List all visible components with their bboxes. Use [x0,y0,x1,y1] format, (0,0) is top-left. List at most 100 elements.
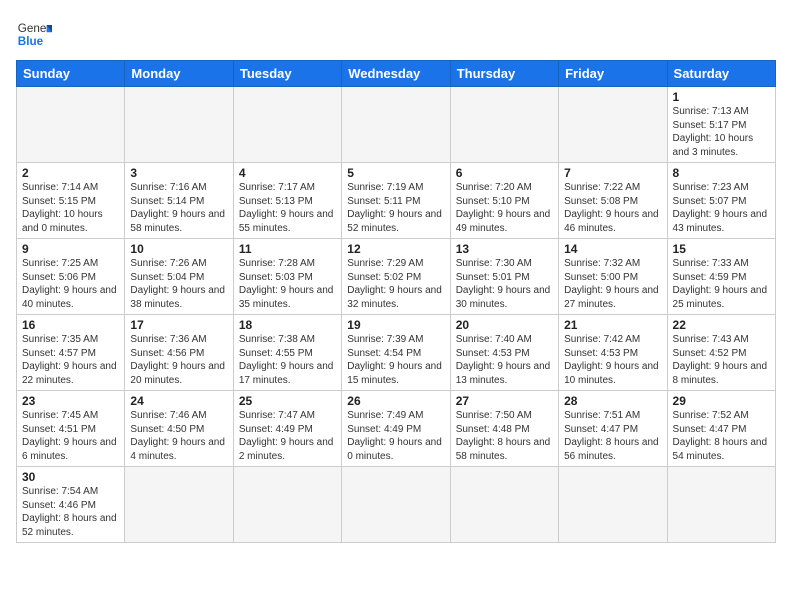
day-number: 1 [673,90,770,104]
calendar-cell: 19Sunrise: 7:39 AM Sunset: 4:54 PM Dayli… [342,315,450,391]
calendar-week-row: 23Sunrise: 7:45 AM Sunset: 4:51 PM Dayli… [17,391,776,467]
calendar-cell: 29Sunrise: 7:52 AM Sunset: 4:47 PM Dayli… [667,391,775,467]
day-number: 19 [347,318,444,332]
day-number: 5 [347,166,444,180]
day-number: 22 [673,318,770,332]
day-info: Sunrise: 7:45 AM Sunset: 4:51 PM Dayligh… [22,409,119,463]
day-info: Sunrise: 7:36 AM Sunset: 4:56 PM Dayligh… [130,333,227,387]
day-number: 15 [673,242,770,256]
day-info: Sunrise: 7:52 AM Sunset: 4:47 PM Dayligh… [673,409,770,463]
day-number: 4 [239,166,336,180]
day-number: 28 [564,394,661,408]
calendar-cell [125,87,233,163]
day-number: 24 [130,394,227,408]
calendar-cell: 11Sunrise: 7:28 AM Sunset: 5:03 PM Dayli… [233,239,341,315]
weekday-header-monday: Monday [125,61,233,87]
day-number: 8 [673,166,770,180]
generalblue-logo-icon: General Blue [16,16,52,52]
calendar-cell: 1Sunrise: 7:13 AM Sunset: 5:17 PM Daylig… [667,87,775,163]
day-info: Sunrise: 7:43 AM Sunset: 4:52 PM Dayligh… [673,333,770,387]
calendar-week-row: 1Sunrise: 7:13 AM Sunset: 5:17 PM Daylig… [17,87,776,163]
calendar-cell [125,467,233,543]
day-number: 3 [130,166,227,180]
calendar-cell [342,467,450,543]
calendar-cell [233,87,341,163]
day-info: Sunrise: 7:13 AM Sunset: 5:17 PM Dayligh… [673,105,770,159]
day-info: Sunrise: 7:19 AM Sunset: 5:11 PM Dayligh… [347,181,444,235]
day-number: 18 [239,318,336,332]
day-info: Sunrise: 7:47 AM Sunset: 4:49 PM Dayligh… [239,409,336,463]
calendar-cell: 27Sunrise: 7:50 AM Sunset: 4:48 PM Dayli… [450,391,558,467]
weekday-header-tuesday: Tuesday [233,61,341,87]
calendar-week-row: 9Sunrise: 7:25 AM Sunset: 5:06 PM Daylig… [17,239,776,315]
calendar-cell: 30Sunrise: 7:54 AM Sunset: 4:46 PM Dayli… [17,467,125,543]
day-info: Sunrise: 7:40 AM Sunset: 4:53 PM Dayligh… [456,333,553,387]
calendar-cell [450,87,558,163]
calendar-cell [17,87,125,163]
day-number: 27 [456,394,553,408]
day-info: Sunrise: 7:33 AM Sunset: 4:59 PM Dayligh… [673,257,770,311]
calendar-week-row: 30Sunrise: 7:54 AM Sunset: 4:46 PM Dayli… [17,467,776,543]
day-info: Sunrise: 7:50 AM Sunset: 4:48 PM Dayligh… [456,409,553,463]
calendar-cell: 14Sunrise: 7:32 AM Sunset: 5:00 PM Dayli… [559,239,667,315]
day-number: 14 [564,242,661,256]
day-number: 20 [456,318,553,332]
calendar-cell: 23Sunrise: 7:45 AM Sunset: 4:51 PM Dayli… [17,391,125,467]
weekday-header-saturday: Saturday [667,61,775,87]
day-info: Sunrise: 7:17 AM Sunset: 5:13 PM Dayligh… [239,181,336,235]
calendar-week-row: 16Sunrise: 7:35 AM Sunset: 4:57 PM Dayli… [17,315,776,391]
calendar-cell: 13Sunrise: 7:30 AM Sunset: 5:01 PM Dayli… [450,239,558,315]
day-info: Sunrise: 7:23 AM Sunset: 5:07 PM Dayligh… [673,181,770,235]
calendar-cell: 28Sunrise: 7:51 AM Sunset: 4:47 PM Dayli… [559,391,667,467]
day-number: 17 [130,318,227,332]
weekday-header-wednesday: Wednesday [342,61,450,87]
header-area: General Blue [16,16,776,52]
day-info: Sunrise: 7:38 AM Sunset: 4:55 PM Dayligh… [239,333,336,387]
calendar-cell: 12Sunrise: 7:29 AM Sunset: 5:02 PM Dayli… [342,239,450,315]
day-number: 26 [347,394,444,408]
calendar-cell: 26Sunrise: 7:49 AM Sunset: 4:49 PM Dayli… [342,391,450,467]
calendar-cell: 22Sunrise: 7:43 AM Sunset: 4:52 PM Dayli… [667,315,775,391]
weekday-header-friday: Friday [559,61,667,87]
day-info: Sunrise: 7:28 AM Sunset: 5:03 PM Dayligh… [239,257,336,311]
day-number: 23 [22,394,119,408]
page: General Blue SundayMondayTuesdayWednesda… [0,0,792,612]
calendar-cell: 18Sunrise: 7:38 AM Sunset: 4:55 PM Dayli… [233,315,341,391]
day-info: Sunrise: 7:14 AM Sunset: 5:15 PM Dayligh… [22,181,119,235]
day-number: 13 [456,242,553,256]
day-number: 16 [22,318,119,332]
day-number: 21 [564,318,661,332]
day-number: 9 [22,242,119,256]
calendar-cell [559,87,667,163]
calendar-cell: 6Sunrise: 7:20 AM Sunset: 5:10 PM Daylig… [450,163,558,239]
day-number: 30 [22,470,119,484]
calendar-cell: 3Sunrise: 7:16 AM Sunset: 5:14 PM Daylig… [125,163,233,239]
calendar-cell: 8Sunrise: 7:23 AM Sunset: 5:07 PM Daylig… [667,163,775,239]
day-info: Sunrise: 7:25 AM Sunset: 5:06 PM Dayligh… [22,257,119,311]
day-info: Sunrise: 7:51 AM Sunset: 4:47 PM Dayligh… [564,409,661,463]
calendar-week-row: 2Sunrise: 7:14 AM Sunset: 5:15 PM Daylig… [17,163,776,239]
day-info: Sunrise: 7:32 AM Sunset: 5:00 PM Dayligh… [564,257,661,311]
calendar-cell: 5Sunrise: 7:19 AM Sunset: 5:11 PM Daylig… [342,163,450,239]
day-info: Sunrise: 7:49 AM Sunset: 4:49 PM Dayligh… [347,409,444,463]
day-info: Sunrise: 7:22 AM Sunset: 5:08 PM Dayligh… [564,181,661,235]
calendar-cell: 7Sunrise: 7:22 AM Sunset: 5:08 PM Daylig… [559,163,667,239]
calendar-cell: 20Sunrise: 7:40 AM Sunset: 4:53 PM Dayli… [450,315,558,391]
weekday-header-thursday: Thursday [450,61,558,87]
logo-area: General Blue [16,16,52,52]
calendar-cell: 2Sunrise: 7:14 AM Sunset: 5:15 PM Daylig… [17,163,125,239]
calendar-cell [559,467,667,543]
calendar-cell: 15Sunrise: 7:33 AM Sunset: 4:59 PM Dayli… [667,239,775,315]
calendar-cell: 4Sunrise: 7:17 AM Sunset: 5:13 PM Daylig… [233,163,341,239]
calendar-cell [667,467,775,543]
calendar-cell [342,87,450,163]
day-number: 12 [347,242,444,256]
day-info: Sunrise: 7:29 AM Sunset: 5:02 PM Dayligh… [347,257,444,311]
calendar-cell: 17Sunrise: 7:36 AM Sunset: 4:56 PM Dayli… [125,315,233,391]
calendar-cell [233,467,341,543]
day-info: Sunrise: 7:20 AM Sunset: 5:10 PM Dayligh… [456,181,553,235]
day-number: 11 [239,242,336,256]
day-info: Sunrise: 7:54 AM Sunset: 4:46 PM Dayligh… [22,485,119,539]
day-info: Sunrise: 7:30 AM Sunset: 5:01 PM Dayligh… [456,257,553,311]
day-info: Sunrise: 7:39 AM Sunset: 4:54 PM Dayligh… [347,333,444,387]
